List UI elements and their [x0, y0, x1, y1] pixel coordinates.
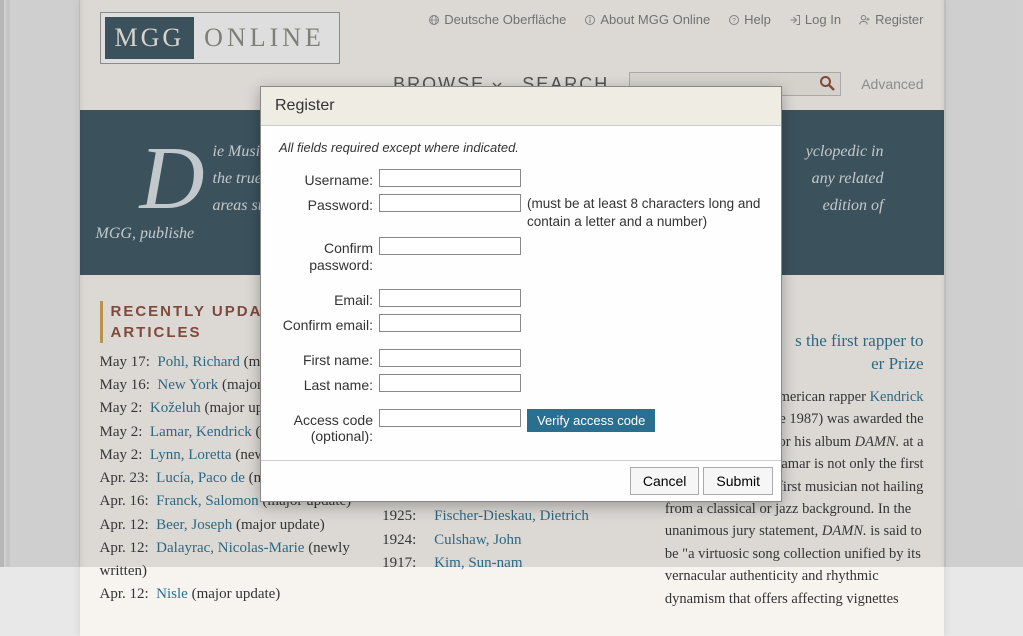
recent-date: Apr. 12: — [100, 586, 149, 602]
confirm-password-input[interactable] — [379, 237, 521, 255]
last-name-label: Last name: — [279, 374, 373, 393]
recent-link[interactable]: Nisle — [156, 586, 188, 602]
verify-access-code-button[interactable]: Verify access code — [527, 409, 655, 432]
recent-note: (major update) — [192, 586, 281, 602]
confirm-email-label: Confirm email: — [279, 314, 373, 333]
password-input[interactable] — [379, 194, 521, 212]
confirm-password-label: Confirm password: — [279, 237, 373, 272]
password-label: Password: — [279, 194, 373, 213]
last-name-input[interactable] — [379, 374, 521, 392]
register-modal: Register All fields required except wher… — [260, 86, 782, 502]
first-name-input[interactable] — [379, 349, 521, 367]
access-code-input[interactable] — [379, 409, 521, 427]
access-code-label: Access code (optional): — [279, 409, 373, 444]
first-name-label: First name: — [279, 349, 373, 368]
username-label: Username: — [279, 169, 373, 188]
modal-title: Register — [261, 87, 781, 126]
password-hint: (must be at least 8 characters long and … — [527, 194, 763, 231]
cancel-button[interactable]: Cancel — [630, 467, 700, 495]
username-input[interactable] — [379, 169, 521, 187]
submit-button[interactable]: Submit — [703, 467, 773, 495]
form-note: All fields required except where indicat… — [279, 140, 763, 155]
confirm-email-input[interactable] — [379, 314, 521, 332]
recent-item: Apr. 12: Nisle (major update) — [100, 583, 359, 606]
email-label: Email: — [279, 289, 373, 308]
email-input[interactable] — [379, 289, 521, 307]
